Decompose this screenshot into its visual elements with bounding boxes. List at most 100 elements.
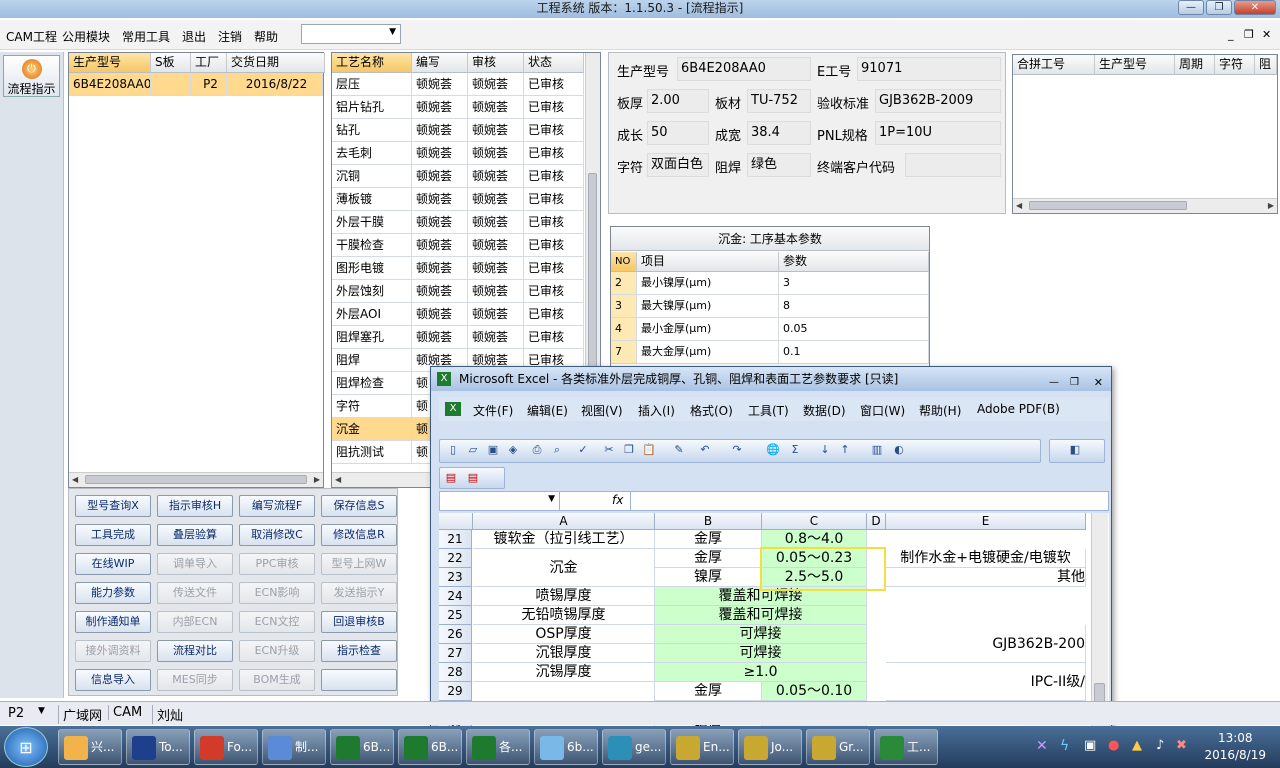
date-cell[interactable]: 2016/8/22	[227, 73, 323, 96]
scroll-thumb[interactable]	[1029, 201, 1187, 210]
status-cell[interactable]: 已审核	[524, 211, 584, 234]
writer-cell[interactable]: 顿婉荟	[412, 73, 468, 96]
status-cell[interactable]: 已审核	[524, 280, 584, 303]
action-button-4-0[interactable]: 制作通知单	[75, 611, 151, 633]
prod-field[interactable]: 6B4E208AA0	[677, 57, 811, 81]
product-cell[interactable]: 6B4E208AA0	[69, 73, 151, 96]
cell-a26[interactable]: OSP厚度	[473, 625, 655, 644]
reviewer-cell[interactable]: 顿婉荟	[468, 165, 524, 188]
tray-flag-icon[interactable]: ▲	[1132, 738, 1142, 753]
cell-bc26[interactable]: 可焊接	[655, 625, 867, 644]
param-value-cell[interactable]: 8	[779, 295, 929, 318]
process-name-cell[interactable]: 阻焊塞孔	[332, 326, 412, 349]
reviewer-cell[interactable]: 顿婉荟	[468, 280, 524, 303]
cell-c29[interactable]: 0.05～0.10	[762, 682, 867, 701]
process-name-cell[interactable]: 外层蚀刻	[332, 280, 412, 303]
close-button[interactable]: ✕	[1234, 0, 1276, 15]
reviewer-cell[interactable]: 顿婉荟	[468, 73, 524, 96]
autosum-icon[interactable]: Σ	[788, 443, 802, 457]
scroll-left-icon[interactable]: ◀	[72, 475, 78, 484]
param-value-cell[interactable]: 0.1	[779, 341, 929, 364]
network-icon[interactable]: ✖	[1176, 738, 1187, 753]
process-name-cell[interactable]: 阻焊	[332, 349, 412, 372]
excel-maximize-button[interactable]: ❐	[1070, 371, 1079, 395]
flow-indicator-button[interactable]: ⏻ 流程指示	[3, 55, 60, 97]
cell-e28[interactable]: IPC-II级/	[886, 663, 1086, 701]
spelling-icon[interactable]: ✓	[576, 443, 590, 457]
cell-a24[interactable]: 喷锡厚度	[473, 587, 655, 606]
taskbar-item-10[interactable]: Jo...	[738, 729, 802, 765]
process-name-cell[interactable]: 阻焊检查	[332, 372, 412, 395]
cell-b23[interactable]: 镍厚	[655, 568, 762, 587]
taskbar-item-9[interactable]: En...	[670, 729, 734, 765]
taskbar-item-8[interactable]: ge...	[602, 729, 666, 765]
cell-e23[interactable]: 其他	[886, 568, 1086, 587]
row-header[interactable]: 22	[439, 549, 472, 568]
action-button-0-3[interactable]: 保存信息S	[321, 495, 397, 517]
col-header-product[interactable]: 生产型号	[69, 53, 151, 73]
cust-field[interactable]	[905, 153, 1001, 177]
mdi-restore-button[interactable]: ❐	[1244, 28, 1254, 41]
status-cell[interactable]: 已审核	[524, 326, 584, 349]
action-button-5-0[interactable]: 接外调资料	[75, 640, 151, 662]
open-icon[interactable]: ▱	[466, 443, 480, 457]
cell-bc27[interactable]: 可焊接	[655, 644, 867, 663]
scroll-right-icon[interactable]: ▶	[314, 475, 320, 484]
param-no-cell[interactable]: 2	[611, 272, 637, 295]
action-button-3-2[interactable]: ECN影响	[239, 582, 315, 604]
col-header-no[interactable]: NO	[611, 252, 637, 272]
status-cell[interactable]: 已审核	[524, 303, 584, 326]
taskbar-item-6[interactable]: 各...	[466, 729, 530, 765]
horizontal-scrollbar[interactable]: ◀ ▶	[1013, 198, 1277, 213]
param-no-cell[interactable]: 4	[611, 318, 637, 341]
cell-b29[interactable]: 金厚	[655, 682, 762, 701]
excel-menu-edit[interactable]: 编辑(E)	[527, 402, 568, 419]
process-name-cell[interactable]: 沉金	[332, 418, 412, 441]
scroll-thumb[interactable]	[85, 475, 307, 484]
col-header-B[interactable]: B	[655, 513, 762, 530]
tray-flash-icon[interactable]: ϟ	[1060, 738, 1069, 754]
taskbar-item-3[interactable]: 制...	[262, 729, 326, 765]
undo-icon[interactable]: ↶	[698, 443, 712, 457]
action-button-1-1[interactable]: 叠层验算	[157, 524, 233, 546]
excel-close-button[interactable]: ✕	[1094, 371, 1103, 395]
excel-menu-help[interactable]: 帮助(H)	[919, 402, 961, 419]
reviewer-cell[interactable]: 顿婉荟	[468, 326, 524, 349]
cell-a28[interactable]: 沉锡厚度	[473, 663, 655, 682]
taskbar-item-2[interactable]: Fo...	[194, 729, 258, 765]
thick-field[interactable]: 2.00	[647, 89, 709, 113]
tray-app-icon[interactable]: ✕	[1036, 738, 1048, 754]
col-header-s[interactable]: S板	[151, 53, 191, 73]
col-header-prod[interactable]: 生产型号	[1095, 55, 1175, 75]
taskbar-item-12[interactable]: 工...	[874, 729, 938, 765]
writer-cell[interactable]: 顿婉荟	[412, 257, 468, 280]
action-button-2-3[interactable]: 型号上网W	[321, 553, 397, 575]
row-header[interactable]: 21	[439, 530, 472, 549]
status-cell[interactable]: 已审核	[524, 142, 584, 165]
sort-asc-icon[interactable]: ↓	[818, 443, 832, 457]
s-cell[interactable]	[151, 73, 191, 96]
new-icon[interactable]: ▯	[446, 443, 460, 457]
chart-icon[interactable]: ▥	[870, 443, 884, 457]
cell-e22[interactable]: 制作水金+电镀硬金/电镀软	[886, 549, 1086, 568]
reviewer-cell[interactable]: 顿婉荟	[468, 119, 524, 142]
scroll-left-icon[interactable]: ◀	[1016, 201, 1022, 210]
len-field[interactable]: 50	[647, 121, 709, 145]
process-name-cell[interactable]: 铝片钻孔	[332, 96, 412, 119]
reviewer-cell[interactable]: 顿婉荟	[468, 211, 524, 234]
writer-cell[interactable]: 顿婉荟	[412, 119, 468, 142]
cell-b21[interactable]: 金厚	[655, 530, 762, 549]
col-header-C[interactable]: C	[762, 513, 867, 530]
col-header-A[interactable]: A	[473, 513, 655, 530]
cell-bc28[interactable]: ≥1.0	[655, 663, 867, 682]
action-button-1-0[interactable]: 工具完成	[75, 524, 151, 546]
process-name-cell[interactable]: 薄板镀	[332, 188, 412, 211]
taskbar-item-4[interactable]: 6B...	[330, 729, 394, 765]
action-button-2-1[interactable]: 调单导入	[157, 553, 233, 575]
process-name-cell[interactable]: 去毛刺	[332, 142, 412, 165]
std-field[interactable]: GJB362B-2009	[875, 89, 1001, 113]
action-button-6-1[interactable]: MES同步	[157, 669, 233, 691]
minimize-button[interactable]: —	[1178, 0, 1204, 15]
process-name-cell[interactable]: 外层AOI	[332, 303, 412, 326]
menu-help[interactable]: 帮助	[254, 28, 278, 45]
